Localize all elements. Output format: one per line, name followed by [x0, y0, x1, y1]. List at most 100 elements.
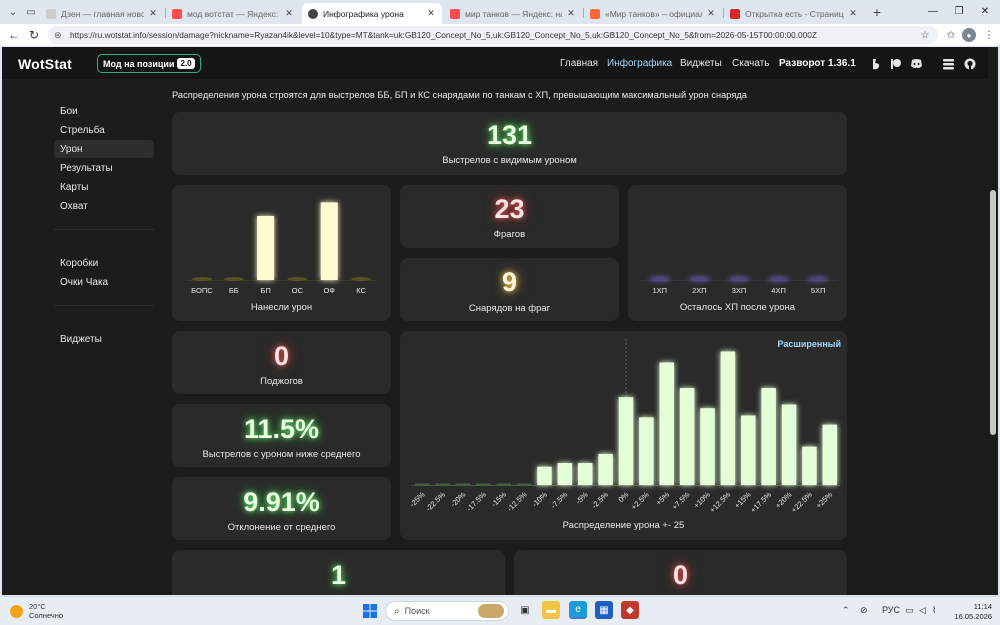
weather-desc: Солнечно: [29, 611, 64, 620]
tab-close-icon[interactable]: ✕: [426, 8, 436, 19]
browser-tab-3[interactable]: мир танков — Яндекс: нашёлся ✕: [444, 3, 582, 24]
site-logo[interactable]: WotStat: [18, 56, 72, 72]
monitor-icon[interactable]: ▭: [905, 605, 914, 616]
boosty-icon[interactable]: [868, 56, 883, 71]
chart-bar: [802, 446, 817, 485]
chart-tick-label: 4ХП: [771, 286, 786, 295]
minimize-icon[interactable]: —: [922, 3, 944, 19]
close-window-icon[interactable]: ✕: [974, 3, 996, 19]
notifications-off-icon[interactable]: ⊘: [860, 605, 868, 616]
card-fires: 0 Поджогов: [172, 331, 391, 394]
nav-home[interactable]: Главная: [560, 58, 598, 69]
back-arrow-icon[interactable]: ←: [6, 27, 22, 43]
sidebar-item-damage[interactable]: Урон: [54, 140, 154, 158]
hp-remaining-chart: 1ХП 2ХП 3ХП 4ХП 5ХП: [640, 276, 838, 295]
github-icon[interactable]: [962, 56, 977, 71]
profile-avatar-icon[interactable]: ●: [962, 28, 976, 42]
sidebar-item-battles[interactable]: Бои: [54, 102, 154, 120]
tab-list-chevron-icon[interactable]: ⌄: [4, 4, 22, 20]
browser-address-bar: ← ↻ ⊜ https://ru.wotstat.info/session/da…: [0, 24, 1000, 46]
keyboard-language[interactable]: РУС: [882, 605, 900, 615]
discord-icon[interactable]: [909, 56, 924, 71]
nav-razvorot[interactable]: Разворот 1.36.1: [779, 58, 856, 69]
url-text: https://ru.wotstat.info/session/damage?n…: [70, 30, 817, 40]
tab-favicon-icon: [450, 8, 460, 19]
taskbar-search[interactable]: ⌕ Поиск: [385, 601, 509, 621]
tab-close-icon[interactable]: ✕: [566, 8, 576, 19]
reload-icon[interactable]: ↻: [26, 27, 42, 43]
more-menu-icon[interactable]: ⋮: [982, 28, 996, 42]
task-view-icon[interactable]: ▣: [516, 601, 534, 619]
patreon-icon[interactable]: [888, 56, 903, 71]
search-icon: ⌕: [394, 605, 400, 617]
browser-tab-4[interactable]: «Мир танков» – официальный сайт ✕: [584, 3, 722, 24]
chart-caption: Нанесли урон: [250, 302, 313, 313]
weather-widget[interactable]: 20°C Солнечно: [10, 602, 63, 620]
sidebar-item-boxes[interactable]: Коробки: [54, 254, 154, 272]
sidebar-item-widgets[interactable]: Виджеты: [54, 330, 154, 348]
stat-value: 0: [672, 560, 689, 590]
favorites-icon[interactable]: ✩: [944, 28, 958, 42]
site-info-icon[interactable]: ⊜: [54, 30, 66, 41]
browser-tab-0[interactable]: Дзен — главная новостная инфо ✕: [40, 3, 164, 24]
chart-bar: [598, 453, 613, 485]
show-hidden-icons-chevron[interactable]: ⌃: [842, 605, 850, 616]
sidebar-item-chuck-points[interactable]: Очки Чака: [54, 273, 154, 291]
chart-bar-empty: [287, 277, 308, 281]
edge-browser-icon[interactable]: e: [569, 601, 587, 619]
stat-value: 9: [501, 267, 518, 297]
site-header: WotStat Мод на позиции 2.0 Главная Инфог…: [2, 47, 998, 80]
search-highlight-icon: [478, 604, 504, 618]
network-icon[interactable]: ⌇: [932, 605, 936, 616]
chart-bar-empty: [516, 483, 532, 485]
browser-tab-2[interactable]: Инфографика урона ✕: [302, 3, 442, 24]
tab-close-icon[interactable]: ✕: [848, 8, 858, 19]
sidebar-item-reach[interactable]: Охват: [54, 197, 154, 215]
page-scrollbar-thumb[interactable]: [990, 190, 996, 435]
sidebar-item-results[interactable]: Результаты: [54, 159, 154, 177]
chart-tick-label: -7.5%: [549, 490, 569, 510]
system-clock[interactable]: 11:14 16.05.2026: [948, 602, 992, 622]
chart-tick-label: 0%: [616, 490, 630, 504]
restore-window-icon[interactable]: ❐: [948, 3, 970, 19]
chart-tick-label: +7.5%: [670, 490, 692, 512]
url-field[interactable]: ⊜ https://ru.wotstat.info/session/damage…: [48, 26, 938, 44]
card-shells-per-frag: 9 Снарядов на фраг: [400, 258, 619, 321]
sidebar-item-maps[interactable]: Карты: [54, 178, 154, 196]
windows-start-icon[interactable]: [361, 602, 379, 620]
chart-bar: [557, 463, 573, 485]
tab-groups-icon[interactable]: ▭: [22, 4, 40, 20]
tab-favicon-icon: [172, 8, 182, 19]
volume-icon[interactable]: ◁: [919, 605, 926, 616]
stat-value: 23: [494, 194, 525, 224]
chart-bar: [320, 202, 338, 280]
tab-close-icon[interactable]: ✕: [148, 8, 158, 19]
chart-bar-empty: [728, 276, 750, 282]
damage-dealt-chart: БОПС ББ БП ОС ОФ КС: [186, 202, 377, 295]
chart-tick-label: 2ХП: [692, 286, 707, 295]
chart-bar-empty: [414, 483, 430, 485]
sidebar-item-shooting[interactable]: Стрельба: [54, 121, 154, 139]
game-app-icon[interactable]: ◆: [621, 601, 639, 619]
browser-tab-5[interactable]: Открытка есть - Страница 1460 ✕: [724, 3, 864, 24]
weather-temp: 20°C: [29, 602, 46, 611]
chart-mode-toggle[interactable]: Расширенный: [777, 339, 841, 349]
database-icon[interactable]: [941, 56, 956, 71]
nav-download[interactable]: Скачать: [732, 58, 770, 69]
chart-tick-label: БП: [260, 286, 270, 295]
tab-close-icon[interactable]: ✕: [706, 8, 716, 19]
mod-button[interactable]: Мод на позиции 2.0: [97, 54, 201, 73]
chart-tick-label: -10%: [530, 490, 549, 509]
bookmark-star-icon[interactable]: ☆: [918, 28, 932, 42]
new-tab-plus-icon[interactable]: +: [868, 4, 886, 20]
file-explorer-icon[interactable]: ▬: [542, 601, 560, 619]
nav-infographics[interactable]: Инфографика: [607, 58, 672, 69]
mod-version-badge: 2.0: [177, 58, 195, 69]
store-icon[interactable]: ▦: [595, 601, 613, 619]
browser-tab-1[interactable]: мод вотстат — Яндекс: нашлось ✕: [166, 3, 300, 24]
tab-title: Инфографика урона: [323, 8, 404, 19]
tab-title: Открытка есть - Страница 1460: [745, 8, 844, 19]
nav-widgets[interactable]: Виджеты: [680, 58, 722, 69]
tab-close-icon[interactable]: ✕: [284, 8, 294, 19]
card-below-average: 11.5% Выстрелов с уроном ниже среднего: [172, 404, 391, 467]
